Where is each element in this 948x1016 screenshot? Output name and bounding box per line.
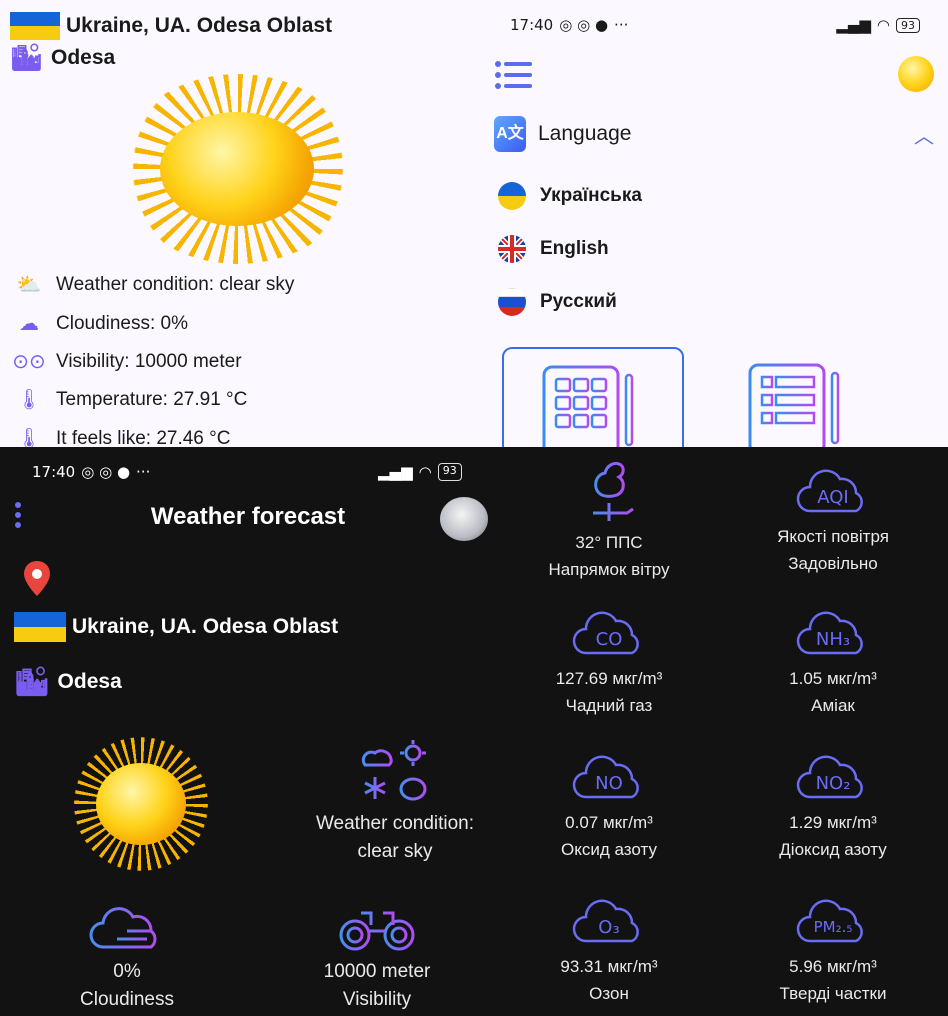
detail-cloudiness: ☁ Cloudiness: 0% (12, 311, 188, 336)
weathervane-icon (593, 461, 634, 521)
russia-flag-icon (498, 288, 526, 316)
svg-text:NH₃: NH₃ (816, 629, 850, 650)
detail-weather-condition: ⛅ Weather condition: clear sky (12, 272, 295, 297)
svg-text:NO: NO (595, 773, 623, 794)
air-quality-panel: 32° ППС Напрямок вітру AQI Якості повітр… (496, 447, 948, 1016)
wind-direction-cell: 32° ППС Напрямок вітру (496, 457, 722, 583)
sun-icon[interactable] (898, 56, 934, 92)
detail-temperature: 🌡 Temperature: 27.91 °C (12, 387, 247, 412)
city-buildings-icon: 🏙 (14, 666, 50, 697)
layout-list-option[interactable] (748, 363, 848, 447)
location-city: 🏙 Odesa (10, 42, 116, 72)
visibility-icon: ⊙⊙ (12, 351, 46, 373)
cloudiness-icon: ☁ (19, 313, 39, 335)
grid-layout-icon (542, 365, 634, 447)
no2-cloud-icon: NO₂ (796, 755, 863, 799)
status-right: ▂▄▆ ◠ 93 (378, 463, 462, 481)
ukraine-flag-icon (14, 612, 66, 642)
weather-condition-block: Weather condition: clear sky (282, 737, 496, 866)
thermometer-icon: 🌡 (16, 428, 42, 447)
notification-icons: ◎ ◎ ● (559, 16, 609, 34)
nh3-cloud-icon: NH₃ (796, 611, 863, 655)
o3-cell: O₃ 93.31 мкг/m³ Озон (496, 899, 722, 1007)
pm25-cell: PM₂.₅ 5.96 мкг/m³ Тверді частки (720, 899, 946, 1007)
signal-icon: ▂▄▆ (378, 463, 413, 481)
svg-text:AQI: AQI (817, 487, 848, 508)
status-right: ▂▄▆ ◠ 93 (836, 16, 920, 34)
co-cloud-icon: CO (572, 611, 639, 655)
battery-icon: 93 (437, 463, 462, 481)
detail-feels-like: 🌡 It feels like: 27.46 °C (12, 426, 230, 448)
location-country: Ukraine, UA. Odesa Oblast (10, 12, 332, 40)
thermometer-icon: 🌡 (16, 389, 42, 411)
no-cell: NO 0.07 мкг/m³ Оксид азоту (496, 755, 722, 863)
svg-text:O₃: O₃ (598, 917, 619, 938)
language-item-russian[interactable]: Русский (498, 288, 617, 316)
location-pin-icon[interactable] (22, 559, 52, 599)
light-weather-panel: Ukraine, UA. Odesa Oblast 🏙 Odesa ⛅ Weat… (0, 0, 474, 447)
weather-condition-icon: ⛅ (16, 274, 42, 296)
moon-icon[interactable] (440, 497, 488, 541)
cloudiness-icon (89, 907, 157, 949)
ukraine-flag-icon (10, 12, 60, 40)
menu-list-icon[interactable] (494, 60, 534, 92)
sun-icon (160, 112, 314, 226)
language-menu-panel: 17:40 ◎ ◎ ● ··· ▂▄▆ ◠ 93 A文 Language ︿ У… (474, 0, 948, 447)
binoculars-icon (339, 911, 415, 951)
co-cell: CO 127.69 мкг/m³ Чадний газ (496, 611, 722, 719)
language-item-english[interactable]: English (498, 235, 609, 263)
language-item-ukrainian[interactable]: Українська (498, 182, 642, 210)
chevron-up-icon[interactable]: ︿ (914, 120, 934, 149)
location-country: Ukraine, UA. Odesa Oblast (14, 612, 338, 642)
aqi-cloud-icon: AQI (796, 469, 863, 513)
layout-grid-option[interactable] (502, 347, 684, 447)
cloudiness-block: 0% Cloudiness (14, 903, 240, 1014)
signal-icon: ▂▄▆ (836, 16, 871, 34)
svg-text:NO₂: NO₂ (816, 773, 851, 794)
status-bar: 17:40 ◎ ◎ ● ··· (510, 16, 629, 34)
wifi-icon: ◠ (418, 463, 432, 481)
o3-cloud-icon: O₃ (572, 899, 639, 943)
svg-text:PM₂.₅: PM₂.₅ (814, 918, 853, 936)
nh3-cell: NH₃ 1.05 мкг/m³ Аміак (720, 611, 946, 719)
status-bar: 17:40 ◎ ◎ ● ··· (32, 463, 151, 481)
dark-forecast-panel: 17:40 ◎ ◎ ● ··· ▂▄▆ ◠ 93 Weather forecas… (0, 447, 496, 1016)
no-cloud-icon: NO (572, 755, 639, 799)
sun-icon (96, 763, 186, 845)
visibility-block: 10000 meter Visibility (264, 903, 490, 1014)
aqi-cell: AQI Якості повітря Задовільно (720, 457, 946, 577)
wifi-icon: ◠ (876, 16, 890, 34)
translate-icon: A文 (494, 116, 526, 152)
list-layout-icon (748, 363, 840, 447)
svg-text:CO: CO (596, 629, 623, 650)
weather-condition-icon (359, 739, 431, 803)
page-title: Weather forecast (150, 503, 346, 530)
pm25-cloud-icon: PM₂.₅ (796, 899, 863, 943)
uk-flag-icon (498, 235, 526, 263)
no2-cell: NO₂ 1.29 мкг/m³ Діоксид азоту (720, 755, 946, 863)
location-city: 🏙 Odesa (14, 666, 122, 697)
language-header[interactable]: A文 Language (494, 116, 631, 152)
city-buildings-icon: 🏙 (10, 42, 44, 72)
detail-visibility: ⊙⊙ Visibility: 10000 meter (12, 350, 242, 374)
ukraine-flag-icon (498, 182, 526, 210)
notification-icons: ◎ ◎ ● (81, 463, 131, 481)
battery-icon: 93 (896, 17, 920, 33)
